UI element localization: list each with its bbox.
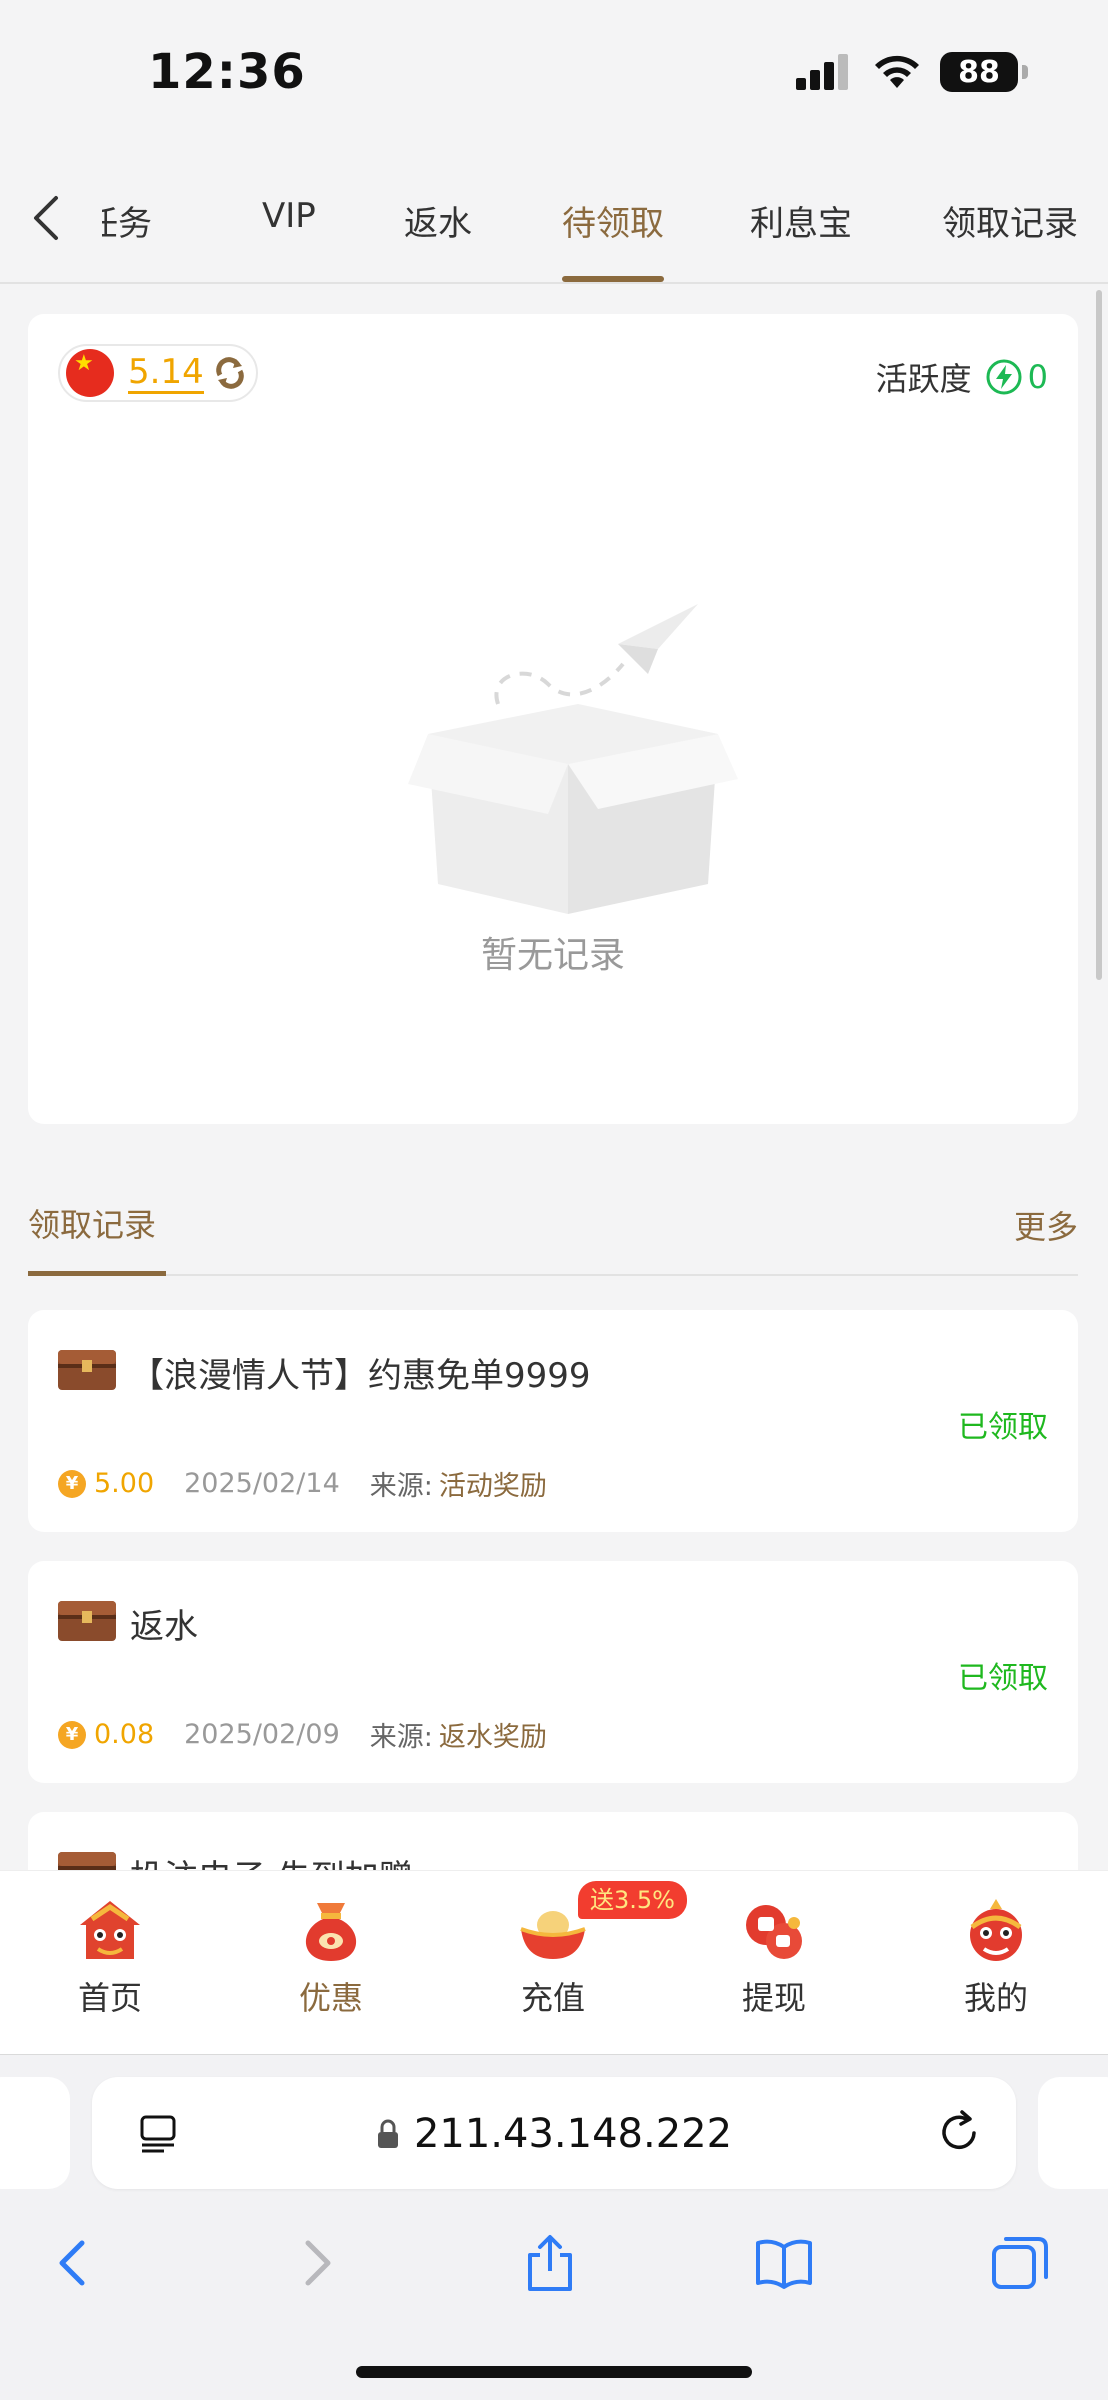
tab-rebate[interactable]: 返水 [404,196,472,245]
share-icon[interactable] [520,2233,580,2293]
bookmarks-icon[interactable] [754,2233,814,2293]
refresh-icon[interactable] [212,355,248,391]
record-status: 已领取 [958,1410,1048,1445]
lightning-bolt-icon [986,359,1022,395]
activity-label: 活跃度 [875,360,972,398]
nav-home[interactable]: 首页 [50,1895,170,2019]
record-source-label: 来源: [369,1471,433,1502]
lock-icon [377,2119,398,2148]
yuan-coin-icon: ¥ [58,1469,86,1498]
nav-label: 优惠 [298,1979,363,2017]
wifi-icon [875,55,919,88]
back-chevron-icon[interactable] [26,190,66,246]
treasure-chest-icon [58,1601,116,1641]
china-flag-icon: ★ [66,349,114,397]
lion-home-icon [80,1901,140,1959]
activity-indicator: 活跃度 0 [876,354,1048,400]
tab-pending[interactable]: 待领取 [562,196,664,245]
more-link[interactable]: 更多 [1014,1202,1078,1248]
nav-profile[interactable]: 我的 [936,1895,1056,2019]
record-title: 返水 [130,1607,198,1647]
tab-vip[interactable]: VIP [262,196,316,236]
browser-toolbar [0,2219,1108,2309]
record-title: 【浪漫情人节】约惠免单9999 [130,1356,591,1396]
cellular-signal-icon [796,54,848,90]
bottom-nav: 首页 优惠 充值 送3.5% 提现 我的 [0,1870,1108,2054]
red-pouch-icon [305,1903,357,1961]
reload-icon[interactable] [936,2109,982,2155]
yuan-coin-icon: ¥ [58,1720,86,1749]
record-source: 返水奖励 [438,1722,547,1753]
records-tab-indicator [28,1271,166,1276]
record-card: 返水 已领取 ¥ 0.08 2025/02/09 来源: 返水奖励 [28,1561,1078,1783]
record-amount: 0.08 [94,1719,155,1750]
nav-withdraw[interactable]: 提现 [714,1895,834,2019]
red-envelope-icon [746,1905,802,1959]
empty-box-icon [408,604,738,914]
empty-state-text: 暂无记录 [480,935,625,976]
treasure-chest-icon [58,1350,116,1390]
activity-value: 0 [1027,358,1048,396]
browser-back-icon[interactable] [44,2233,104,2293]
record-card: 【浪漫情人节】约惠免单9999 已领取 ¥ 5.00 2025/02/14 来源… [28,1310,1078,1532]
balance-value: 5.14 [128,351,204,394]
status-time: 12:36 [148,44,306,100]
tab-claim-history[interactable]: 领取记录 [942,196,1078,245]
record-source: 活动奖励 [438,1471,547,1502]
record-source-label: 来源: [369,1722,433,1753]
lion-dance-icon [970,1899,1022,1961]
next-tab-preview[interactable] [1038,2077,1108,2189]
previous-tab-preview[interactable] [0,2077,70,2189]
battery-icon: 88 [940,52,1028,92]
record-date: 2025/02/14 [184,1468,340,1499]
tabs-icon[interactable] [990,2233,1050,2293]
url-text: 211.43.148.222 [413,2111,733,2157]
browser-bar: 211.43.148.222 [0,2054,1108,2400]
record-meta: ¥ 0.08 2025/02/09 来源: 返水奖励 [58,1715,547,1754]
records-header: 领取记录 更多 [28,1190,1078,1276]
records-title-tab[interactable]: 领取记录 [28,1200,156,1246]
record-amount: 5.00 [94,1468,155,1499]
record-date: 2025/02/09 [184,1719,340,1750]
pending-card: ★ 5.14 活跃度 0 暂无记录 [28,314,1078,1124]
nav-promotions[interactable]: 优惠 [271,1895,391,2019]
nav-label: 我的 [963,1979,1028,2017]
tab-interest[interactable]: 利息宝 [750,196,852,245]
nav-label: 提现 [741,1979,806,2017]
record-meta: ¥ 5.00 2025/02/14 来源: 活动奖励 [58,1464,547,1503]
home-indicator[interactable] [356,2366,752,2378]
nav-label: 首页 [77,1979,142,2017]
tab-tasks[interactable]: 任务 [102,204,152,244]
nav-label: 充值 [520,1979,585,2017]
active-tab-indicator [562,276,664,282]
tab-nav: 任务 VIP 返水 待领取 利息宝 领取记录 [0,150,1108,284]
browser-forward-icon[interactable] [286,2233,346,2293]
url-display[interactable]: 211.43.148.222 [92,2111,1016,2157]
record-status: 已领取 [958,1661,1048,1696]
balance-pill[interactable]: ★ 5.14 [58,344,258,402]
status-icons: 88 [796,52,1028,92]
address-bar[interactable]: 211.43.148.222 [92,2077,1016,2189]
promo-badge: 送3.5% [578,1881,687,1919]
scrollbar[interactable] [1096,290,1102,980]
status-bar: 12:36 88 [0,0,1108,150]
